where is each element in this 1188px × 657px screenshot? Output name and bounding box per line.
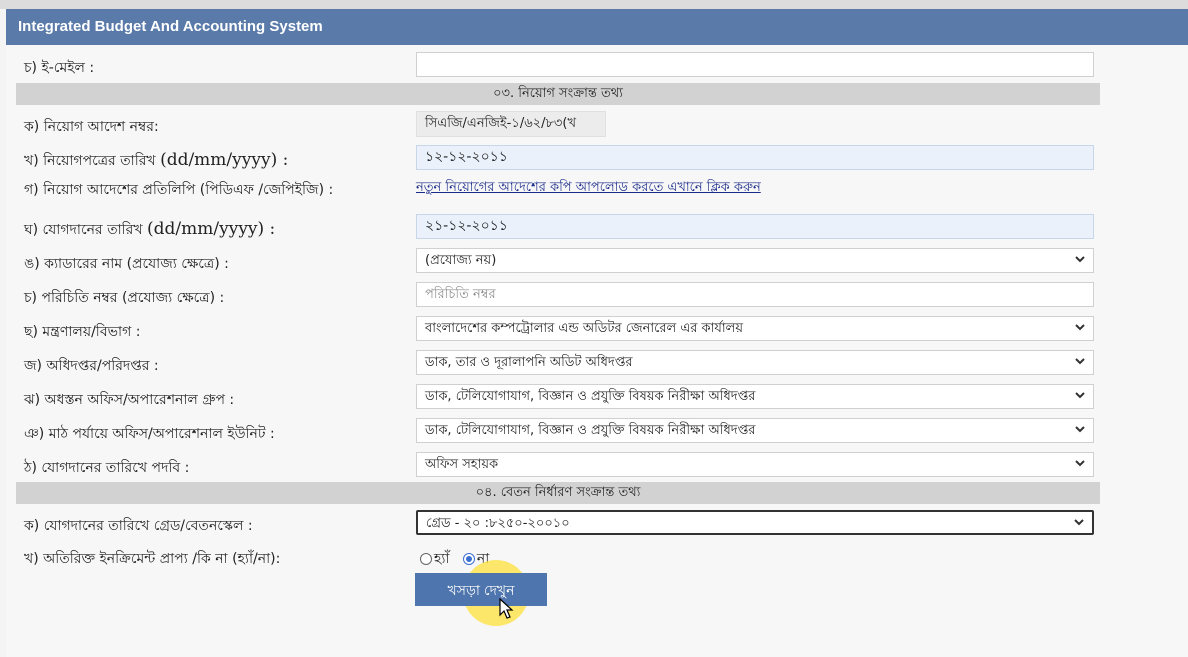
chevron-down-icon bbox=[1072, 516, 1086, 530]
email-label: চ) ই-মেইল : bbox=[24, 60, 95, 76]
row-email: চ) ই-মেইল : bbox=[16, 50, 1096, 82]
field-office-value: ডাক, টেলিযোগাযাগ, বিজ্ঞান ও প্রযুক্তি বি… bbox=[425, 423, 756, 438]
chevron-down-icon bbox=[1073, 389, 1087, 403]
designation-value: অফিস সহায়ক bbox=[425, 457, 499, 472]
app-title: Integrated Budget And Accounting System bbox=[18, 18, 323, 35]
designation-label: ঠ) যোগদানের তারিখে পদবি : bbox=[24, 460, 190, 476]
row-designation: ঠ) যোগদানের তারিখে পদবি : অফিস সহায়ক bbox=[16, 450, 1096, 482]
id-no-input[interactable]: পরিচিতি নম্বর bbox=[416, 282, 1094, 307]
sub-office-select[interactable]: ডাক, টেলিযোগাযাগ, বিজ্ঞান ও প্রযুক্তি বি… bbox=[416, 384, 1094, 409]
row-id-no: চ) পরিচিতি নম্বর (প্রযোজ্য ক্ষেত্রে) : প… bbox=[16, 280, 1096, 312]
designation-select[interactable]: অফিস সহায়ক bbox=[416, 452, 1094, 477]
view-draft-button[interactable]: খসড়া দেখুন bbox=[415, 573, 547, 606]
order-no-input[interactable]: সিএজি/এনজিই-১/৬২/৮৩(খ bbox=[416, 111, 606, 137]
row-directorate: জ) অধিদপ্তর/পরিদপ্তর : ডাক, তার ও দূরালা… bbox=[16, 348, 1096, 380]
ministry-select[interactable]: বাংলাদেশের কম্পট্রোলার এন্ড অডিটর জেনারে… bbox=[416, 316, 1094, 341]
section-appointment: ০৩. নিয়োগ সংক্রান্ত তথ্য bbox=[16, 83, 1100, 105]
field-office-label: ঞ) মাঠ পর্যায়ে অফিস/অপারেশনাল ইউনিট : bbox=[24, 426, 275, 442]
row-letter-date: খ) নিয়োগপত্রের তারিখ (dd/mm/yyyy) : ১২-… bbox=[16, 143, 1096, 175]
directorate-label: জ) অধিদপ্তর/পরিদপ্তর : bbox=[24, 358, 159, 374]
order-copy-label: গ) নিয়োগ আদেশের প্রতিলিপি (পিডিএফ /জেপি… bbox=[24, 182, 334, 198]
increment-yes-label: হ্যাঁ bbox=[434, 551, 450, 567]
chevron-down-icon bbox=[1073, 253, 1087, 267]
mouse-pointer-icon bbox=[499, 598, 514, 619]
id-no-label: চ) পরিচিতি নম্বর (প্রযোজ্য ক্ষেত্রে) : bbox=[24, 290, 225, 306]
letter-date-label: খ) নিয়োগপত্রের তারিখ (dd/mm/yyyy) : bbox=[24, 150, 289, 170]
chevron-down-icon bbox=[1073, 355, 1087, 369]
grade-label: ক) যোগদানের তারিখে গ্রেড/বেতনস্কেল : bbox=[24, 518, 253, 534]
row-field-office: ঞ) মাঠ পর্যায়ে অফিস/অপারেশনাল ইউনিট : ড… bbox=[16, 416, 1096, 448]
cadre-select[interactable]: (প্রযোজ্য নয়) bbox=[416, 248, 1094, 273]
letter-date-input[interactable]: ১২-১২-২০১১ bbox=[416, 145, 1094, 170]
chevron-down-icon bbox=[1073, 321, 1087, 335]
increment-yes-radio[interactable] bbox=[420, 553, 432, 565]
cadre-label: ঙ) ক্যাডারের নাম (প্রযোজ্য ক্ষেত্রে) : bbox=[24, 256, 229, 272]
row-order-no: ক) নিয়োগ আদেশ নম্বর: সিএজি/এনজিই-১/৬২/৮… bbox=[16, 109, 1096, 141]
row-grade: ক) যোগদানের তারিখে গ্রেড/বেতনস্কেল : গ্র… bbox=[16, 508, 1096, 540]
upload-order-link[interactable]: নতুন নিয়োগের আদেশের কপি আপলোড করতে এখান… bbox=[416, 178, 761, 199]
row-join-date: ঘ) যোগদানের তারিখ (dd/mm/yyyy) : ২১-১২-২… bbox=[16, 212, 1096, 244]
field-office-select[interactable]: ডাক, টেলিযোগাযাগ, বিজ্ঞান ও প্রযুক্তি বি… bbox=[416, 418, 1094, 443]
ministry-label: ছ) মন্ত্রণালয়/বিভাগ : bbox=[24, 324, 141, 340]
row-increment: খ) অতিরিক্ত ইনক্রিমেন্ট প্রাপ্য /কি না (… bbox=[16, 541, 1096, 573]
section-salary: ০৪. বেতন নির্ধারণ সংক্রান্ত তথ্য bbox=[16, 482, 1100, 504]
row-ministry: ছ) মন্ত্রণালয়/বিভাগ : বাংলাদেশের কম্পট্… bbox=[16, 314, 1096, 346]
sub-office-value: ডাক, টেলিযোগাযাগ, বিজ্ঞান ও প্রযুক্তি বি… bbox=[425, 389, 756, 404]
chevron-down-icon bbox=[1073, 457, 1087, 471]
email-input[interactable] bbox=[416, 52, 1094, 77]
join-date-input[interactable]: ২১-১২-২০১১ bbox=[416, 214, 1094, 239]
grade-select[interactable]: গ্রেড - ২০ :৮২৫০-২০০১০ bbox=[416, 510, 1094, 535]
increment-label: খ) অতিরিক্ত ইনক্রিমেন্ট প্রাপ্য /কি না (… bbox=[24, 551, 281, 567]
directorate-select[interactable]: ডাক, তার ও দূরালাপনি অডিট অধিদপ্তর bbox=[416, 350, 1094, 375]
browser-top-strip bbox=[0, 0, 1188, 9]
row-cadre: ঙ) ক্যাডারের নাম (প্রযোজ্য ক্ষেত্রে) : (… bbox=[16, 246, 1096, 278]
order-no-label: ক) নিয়োগ আদেশ নম্বর: bbox=[24, 119, 159, 135]
cadre-value: (প্রযোজ্য নয়) bbox=[425, 253, 497, 268]
row-sub-office: ঝ) অধস্তন অফিস/অপারেশনাল গ্রুপ : ডাক, টে… bbox=[16, 382, 1096, 414]
sub-office-label: ঝ) অধস্তন অফিস/অপারেশনাল গ্রুপ : bbox=[24, 392, 235, 408]
app-header: Integrated Budget And Accounting System bbox=[6, 9, 1188, 45]
increment-no-radio[interactable] bbox=[462, 553, 475, 565]
row-order-copy: গ) নিয়োগ আদেশের প্রতিলিপি (পিডিএফ /জেপি… bbox=[16, 172, 1096, 204]
grade-value: গ্রেড - ২০ :৮২৫০-২০০১০ bbox=[426, 516, 570, 531]
join-date-label: ঘ) যোগদানের তারিখ (dd/mm/yyyy) : bbox=[24, 219, 276, 239]
chevron-down-icon bbox=[1073, 423, 1087, 437]
directorate-value: ডাক, তার ও দূরালাপনি অডিট অধিদপ্তর bbox=[425, 355, 633, 370]
ministry-value: বাংলাদেশের কম্পট্রোলার এন্ড অডিটর জেনারে… bbox=[425, 321, 744, 336]
